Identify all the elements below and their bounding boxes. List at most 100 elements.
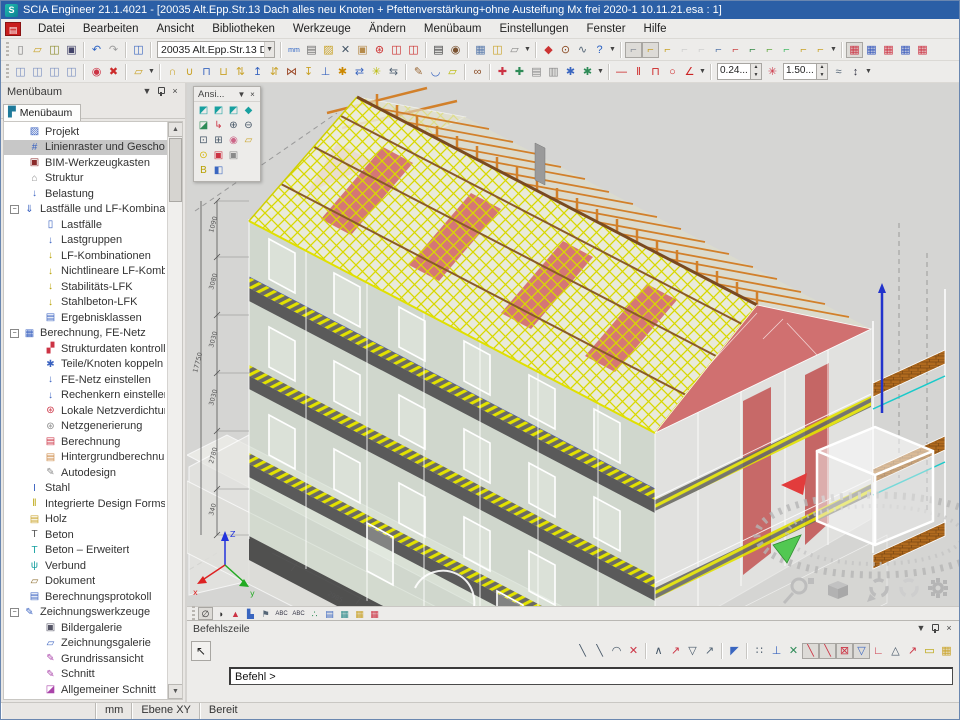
add-data-caret[interactable]: ▼ bbox=[596, 64, 605, 80]
line-grid-icon[interactable]: — bbox=[613, 64, 630, 80]
regen-add-icon[interactable]: ✱ bbox=[562, 64, 579, 80]
layout-window-3-icon[interactable]: ◫ bbox=[46, 64, 63, 80]
activity-filter-5-icon[interactable]: ▦ bbox=[914, 42, 931, 58]
snap-arc-icon[interactable]: △ bbox=[887, 643, 904, 659]
undo-icon[interactable]: ↶ bbox=[88, 42, 105, 58]
print-icon[interactable]: ▤ bbox=[430, 42, 447, 58]
snap-circle-icon[interactable]: ◠ bbox=[608, 643, 625, 659]
visibility-off-icon[interactable]: ✖ bbox=[105, 64, 122, 80]
view-settings-icon[interactable]: ▣ bbox=[211, 148, 226, 163]
open-drawing-icon[interactable]: ▱ bbox=[130, 64, 147, 80]
layers-icon[interactable]: ▤ bbox=[303, 42, 320, 58]
view-more-caret[interactable]: ▼ bbox=[523, 42, 532, 58]
grid-display-icon[interactable]: ▦ bbox=[352, 607, 367, 620]
activity-filter-3-icon[interactable]: ▦ bbox=[880, 42, 897, 58]
tree-item-allgemeiner-schnitt[interactable]: ◪Allgemeiner Schnitt bbox=[4, 682, 167, 698]
layout-window-2-icon[interactable]: ◫ bbox=[29, 64, 46, 80]
regen-add2-icon[interactable]: ✱ bbox=[579, 64, 596, 80]
layers-b-icon[interactable]: B bbox=[196, 163, 211, 178]
paste-add-data-icon[interactable]: ▥ bbox=[545, 64, 562, 80]
new-project-icon[interactable]: ▯ bbox=[12, 42, 29, 58]
tree-item-beton-erweitert[interactable]: TBeton – Erweitert bbox=[4, 543, 167, 559]
tree-expander-icon[interactable]: − bbox=[10, 608, 19, 617]
layout-window-4-icon[interactable]: ◫ bbox=[63, 64, 80, 80]
explode-icon[interactable]: ✱ bbox=[334, 64, 351, 80]
intersect-members-icon[interactable]: ⋈ bbox=[283, 64, 300, 80]
tree-item-lastgruppen[interactable]: ↓Lastgruppen bbox=[4, 233, 167, 249]
snap-midpoint-icon[interactable]: ╲ bbox=[591, 643, 608, 659]
tree-item-ergebnisklassen[interactable]: ▤Ergebnisklassen bbox=[4, 310, 167, 326]
load-scale-spinner-arrows[interactable]: ▲▼ bbox=[817, 63, 828, 80]
display-flag-2-icon[interactable]: ⌐ bbox=[642, 42, 659, 58]
model-search-icon[interactable]: ⊙ bbox=[557, 42, 574, 58]
gallery-icon[interactable]: ▨ bbox=[320, 42, 337, 58]
snap-extension-icon[interactable]: ∟ bbox=[870, 643, 887, 659]
swap-icon[interactable]: ⇆ bbox=[385, 64, 402, 80]
scale-spinner-value[interactable]: 0.24... bbox=[717, 63, 751, 80]
command-pin-icon[interactable] bbox=[928, 622, 942, 635]
dim-bracket-icon[interactable]: ⊓ bbox=[647, 64, 664, 80]
snap-ortho-icon[interactable]: ⊥ bbox=[768, 643, 785, 659]
palette-caret-icon[interactable]: ▼ bbox=[236, 90, 247, 99]
tree-item-nichtlineare-lf-kombinationen[interactable]: ↓Nichtlineare LF-Kombinationen bbox=[4, 264, 167, 280]
menu-datei[interactable]: Datei bbox=[29, 21, 74, 37]
cursor-mode-icon[interactable]: ↖ bbox=[191, 641, 211, 661]
zoom-in-icon[interactable]: ⊕ bbox=[226, 118, 241, 133]
scale-caret[interactable]: ▼ bbox=[864, 64, 873, 80]
snap-vector-icon[interactable]: ↗ bbox=[701, 643, 718, 659]
tree-expander-icon[interactable]: − bbox=[10, 329, 19, 338]
surface-display-icon[interactable]: ▙ bbox=[243, 607, 258, 620]
tree-item-belastung[interactable]: ↓Belastung bbox=[4, 186, 167, 202]
curve-scale-icon[interactable]: ≈ bbox=[830, 64, 847, 80]
mesh-display-icon[interactable]: ∴ bbox=[307, 607, 322, 620]
zoom-selection-icon[interactable]: ◉ bbox=[226, 133, 241, 148]
activity-display-icon[interactable]: ▦ bbox=[367, 607, 382, 620]
scale-spinner-arrows[interactable]: ▲▼ bbox=[751, 63, 762, 80]
tree-item-hintergrundberechnung[interactable]: ▤Hintergrundberechnung bbox=[4, 450, 167, 466]
projection-icon[interactable]: ∅ bbox=[198, 607, 213, 620]
view-settings2-icon[interactable]: ▣ bbox=[226, 148, 241, 163]
export-chart-icon[interactable]: ✕ bbox=[337, 42, 354, 58]
menu-einstellungen[interactable]: Einstellungen bbox=[490, 21, 577, 37]
calculator-icon[interactable]: ▦ bbox=[938, 643, 955, 659]
member-diagram-icon[interactable]: ∿ bbox=[574, 42, 591, 58]
snap-angle-icon[interactable]: ∧ bbox=[650, 643, 667, 659]
member-query-icon[interactable]: ? bbox=[591, 42, 608, 58]
snap-endpoint2-icon[interactable]: ╲ bbox=[802, 643, 819, 659]
snap-polygon-icon[interactable]: ▽ bbox=[684, 643, 701, 659]
bim-base-icon[interactable]: ◆ bbox=[540, 42, 557, 58]
menu-bearbeiten[interactable]: Bearbeiten bbox=[74, 21, 148, 37]
zoom-out-icon[interactable]: ⊖ bbox=[241, 118, 256, 133]
menu-aendern[interactable]: Ändern bbox=[360, 21, 415, 37]
tree-item-zeichnungswerkzeuge[interactable]: −✎Zeichnungswerkzeuge bbox=[4, 605, 167, 621]
redo-icon[interactable]: ↷ bbox=[105, 42, 122, 58]
menu-menuebaum[interactable]: Menübaum bbox=[415, 21, 491, 37]
add-node-green-icon[interactable]: ✚ bbox=[511, 64, 528, 80]
sidebar-pin-icon[interactable] bbox=[154, 85, 168, 98]
tree-item-autodesign[interactable]: ✎Autodesign bbox=[4, 465, 167, 481]
project-selector-caret-icon[interactable]: ▼ bbox=[264, 42, 274, 57]
load-scale-spinner-value[interactable]: 1.50... bbox=[783, 63, 817, 80]
tree-item-zeichnungsgalerie[interactable]: ▱Zeichnungsgalerie bbox=[4, 636, 167, 652]
snap-intersect-icon[interactable]: ⊠ bbox=[836, 643, 853, 659]
display-flag-10-icon[interactable]: ⌐ bbox=[778, 42, 795, 58]
load-scale-spinner[interactable]: 1.50...▲▼ bbox=[783, 63, 828, 80]
tree-scrollbar[interactable]: ▲ ▼ bbox=[167, 122, 182, 699]
tree-item-lf-kombinationen[interactable]: ↓LF-Kombinationen bbox=[4, 248, 167, 264]
activity-filter-2-icon[interactable]: ▦ bbox=[863, 42, 880, 58]
sidebar-close-icon[interactable]: × bbox=[168, 85, 182, 98]
tree-item-linienraster-und-geschosse[interactable]: #Linienraster und Geschosse bbox=[4, 140, 167, 156]
visibility-icon[interactable]: ◉ bbox=[88, 64, 105, 80]
layer-colors-icon[interactable]: ▦ bbox=[337, 607, 352, 620]
print-preview-icon[interactable]: ◉ bbox=[447, 42, 464, 58]
menu-hilfe[interactable]: Hilfe bbox=[635, 21, 676, 37]
save-icon[interactable]: ▣ bbox=[63, 42, 80, 58]
scale-spinner[interactable]: 0.24...▲▼ bbox=[717, 63, 762, 80]
snap-mid2-icon[interactable]: ╲ bbox=[819, 643, 836, 659]
tree-item-verbund[interactable]: ψVerbund bbox=[4, 558, 167, 574]
weld-icon[interactable]: ✳ bbox=[368, 64, 385, 80]
perspective-icon[interactable]: ◧ bbox=[211, 163, 226, 178]
ruler-icon[interactable]: ▭ bbox=[921, 643, 938, 659]
surface-edit-icon[interactable]: ▱ bbox=[444, 64, 461, 80]
snap-endpoint-icon[interactable]: ╲ bbox=[574, 643, 591, 659]
